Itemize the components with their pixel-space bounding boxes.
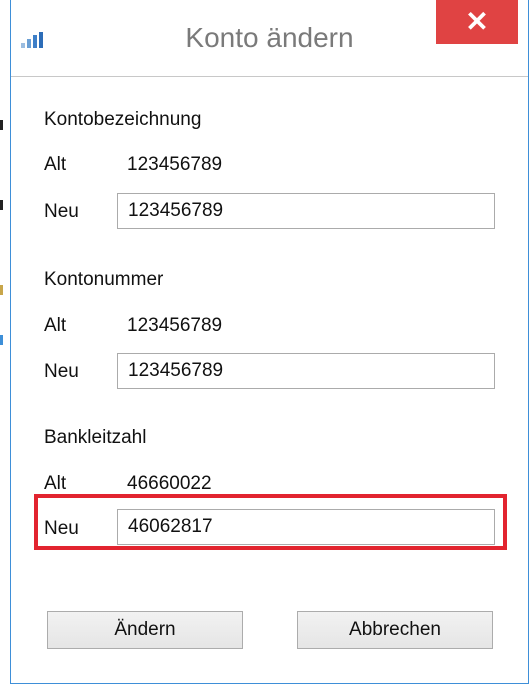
alt-label: Alt [44, 154, 67, 175]
background-mark [0, 335, 3, 345]
aendern-button[interactable]: Ändern [47, 611, 243, 649]
background-window-edge [0, 0, 10, 686]
background-mark [0, 285, 3, 295]
heading-kontobezeichnung: Kontobezeichnung [44, 109, 202, 130]
close-button[interactable]: ✕ [436, 0, 518, 44]
highlight-box [34, 494, 507, 550]
dialog-window: Konto ändern ✕ Kontobezeichnung Alt 1234… [10, 0, 529, 684]
background-mark [0, 200, 3, 210]
neu-label: Neu [44, 361, 79, 382]
abbrechen-button[interactable]: Abbrechen [297, 611, 493, 649]
dialog-content: Kontobezeichnung Alt 123456789 Neu Konto… [11, 76, 528, 682]
title-bar[interactable]: Konto ändern ✕ [11, 0, 528, 76]
alt-label: Alt [44, 315, 67, 336]
alt-value-kontonummer: 123456789 [127, 315, 223, 336]
alt-value-kontobezeichnung: 123456789 [127, 154, 223, 175]
heading-bankleitzahl: Bankleitzahl [44, 427, 147, 448]
background-mark [0, 120, 3, 130]
kontobezeichnung-neu-input[interactable] [117, 193, 495, 229]
alt-label: Alt [44, 473, 67, 494]
heading-kontonummer: Kontonummer [44, 269, 164, 290]
kontonummer-neu-input[interactable] [117, 353, 495, 389]
alt-value-bankleitzahl: 46660022 [127, 473, 212, 494]
neu-label: Neu [44, 201, 79, 222]
close-icon: ✕ [465, 6, 489, 37]
